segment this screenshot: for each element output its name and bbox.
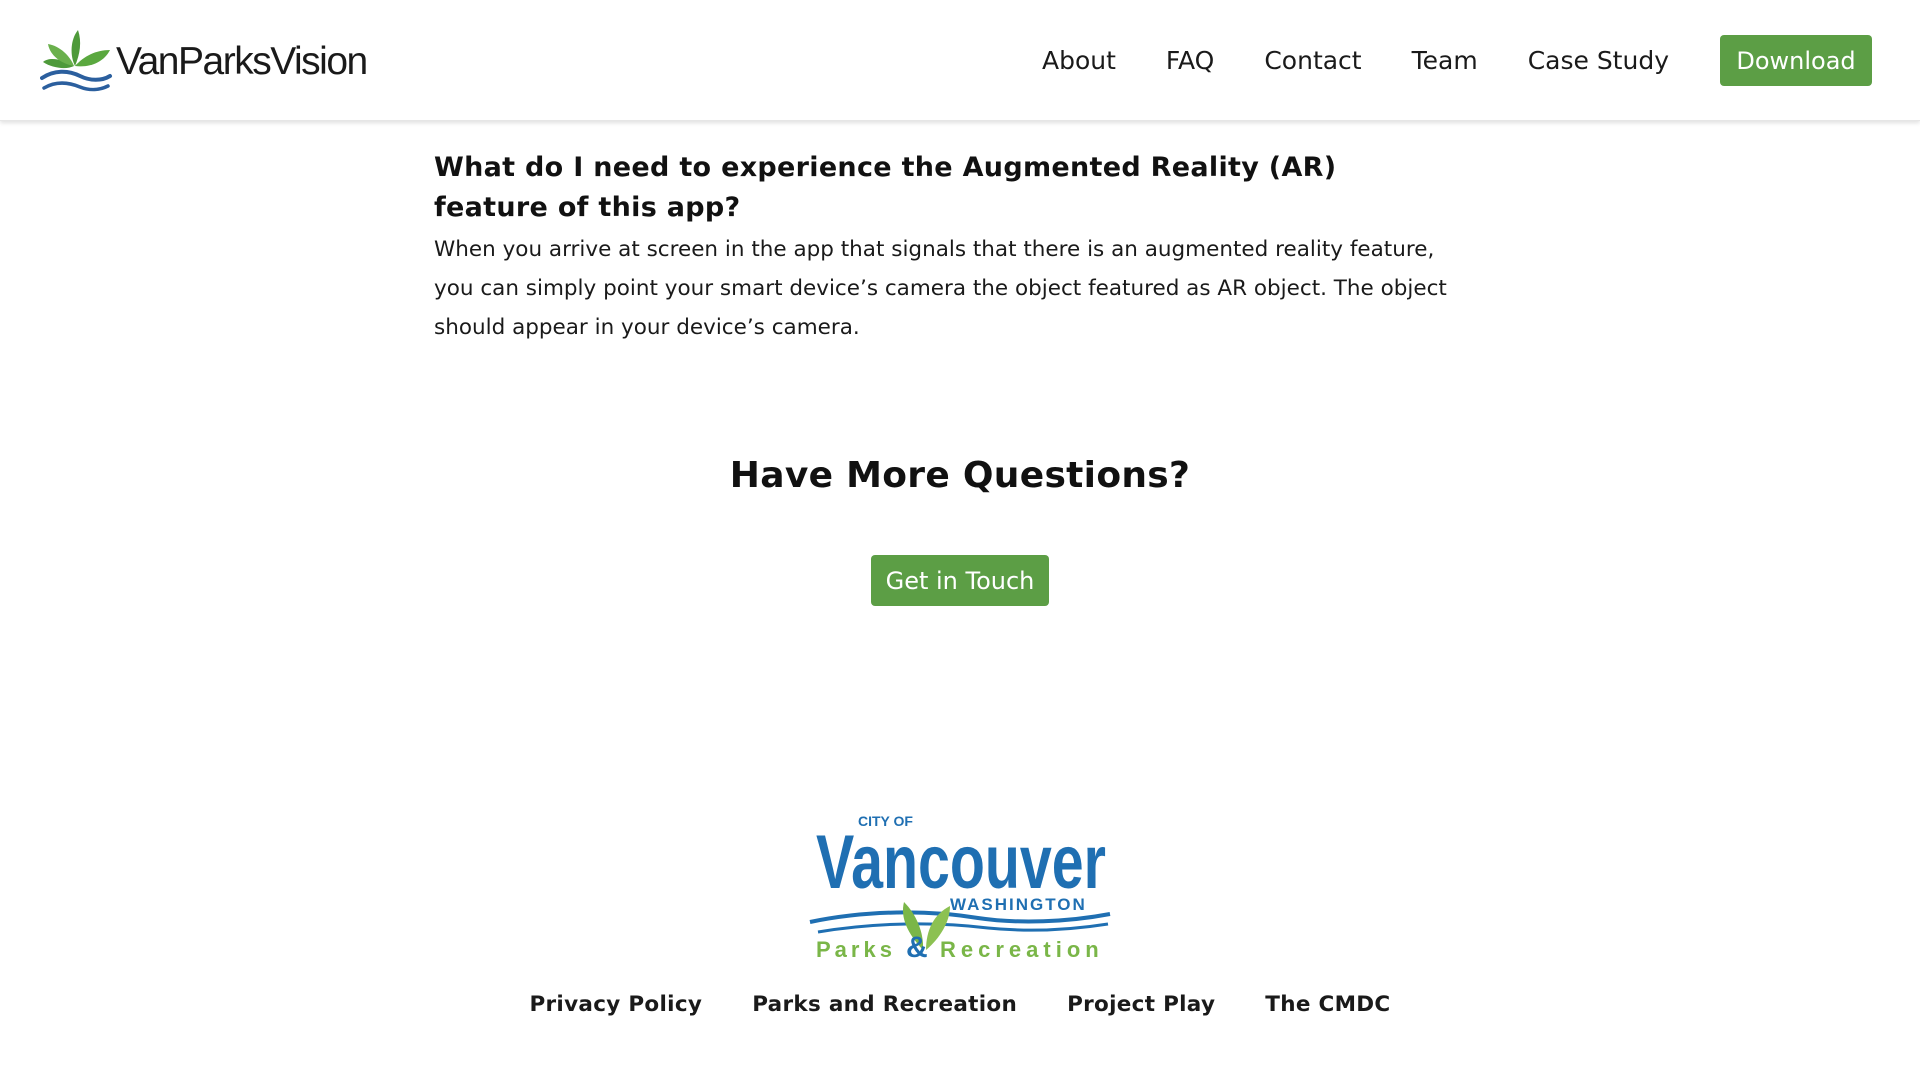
nav-about[interactable]: About (1042, 46, 1116, 75)
footer-the-cmdc[interactable]: The CMDC (1265, 992, 1390, 1017)
nav-faq[interactable]: FAQ (1166, 46, 1214, 75)
site-header: VanParksVision About FAQ Contact Team Ca… (0, 0, 1920, 121)
faq-answer: When you arrive at screen in the app tha… (434, 237, 1447, 340)
logo-parks: Parks (816, 937, 896, 960)
footer-privacy-policy[interactable]: Privacy Policy (529, 992, 702, 1017)
nav-team[interactable]: Team (1412, 46, 1478, 75)
vancouver-parks-logo[interactable]: CITY OF Vancouver WASHINGTON Parks & Rec… (808, 810, 1112, 960)
leaf-logo-icon (40, 30, 112, 92)
logo-wordmark: VanParksVision (116, 40, 368, 83)
logo-state: WASHINGTON (950, 895, 1087, 914)
faq-question: What do I need to experience the Augment… (434, 152, 1337, 223)
footer-parks-and-recreation[interactable]: Parks and Recreation (752, 992, 1017, 1017)
site-logo[interactable]: VanParksVision (40, 26, 368, 96)
nav-case-study[interactable]: Case Study (1528, 46, 1669, 75)
footer-project-play[interactable]: Project Play (1067, 992, 1215, 1017)
cta-title: Have More Questions? (729, 455, 1191, 496)
main-nav: About FAQ Contact Team Case Study Downlo… (1042, 35, 1872, 86)
logo-ampersand: & (906, 931, 928, 960)
logo-city-name: Vancouver (816, 820, 1106, 905)
logo-recreation: Recreation (940, 937, 1104, 960)
nav-contact[interactable]: Contact (1264, 46, 1361, 75)
download-button[interactable]: Download (1720, 35, 1872, 86)
footer-nav: Privacy Policy Parks and Recreation Proj… (0, 992, 1920, 1017)
faq-item: What do I need to experience the Augment… (434, 148, 1454, 347)
get-in-touch-button[interactable]: Get in Touch (871, 555, 1049, 606)
